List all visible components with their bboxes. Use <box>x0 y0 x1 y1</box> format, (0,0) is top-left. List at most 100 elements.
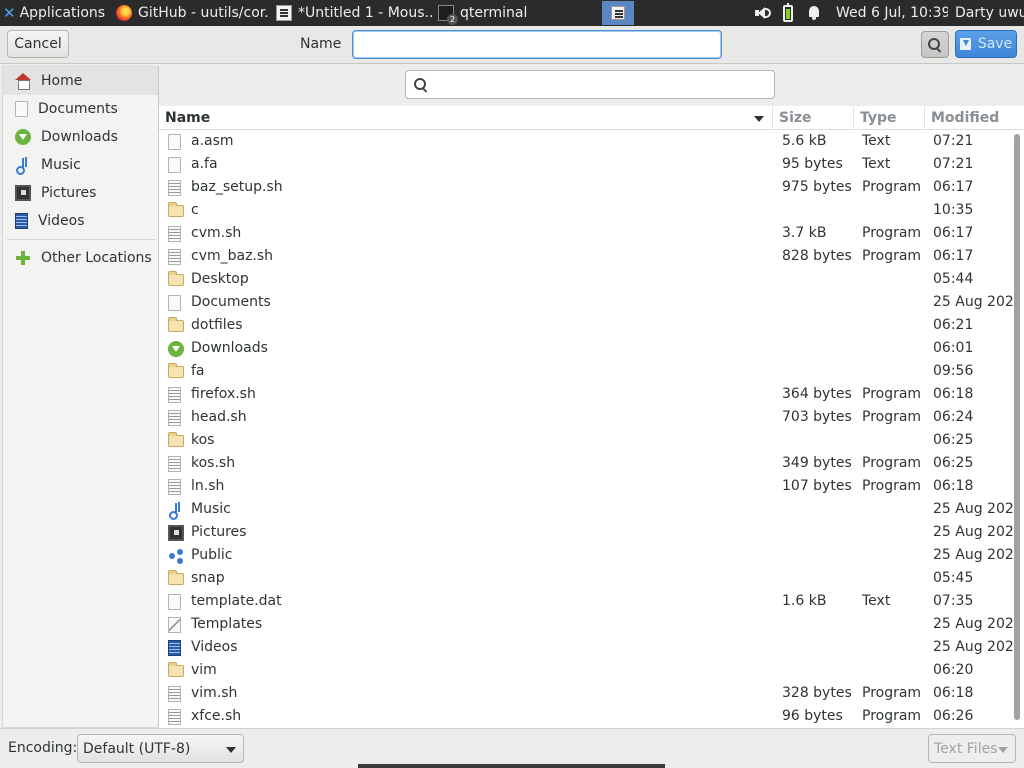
task-active-editor[interactable] <box>602 1 634 25</box>
column-header-name[interactable]: Name <box>159 106 773 130</box>
cancel-button[interactable]: Cancel <box>7 30 69 58</box>
script-file-icon <box>168 410 181 426</box>
task-qterminal[interactable]: 2 qterminal <box>434 0 554 26</box>
document-icon <box>15 101 28 117</box>
sidebar-item-other-locations[interactable]: Other Locations <box>3 244 158 272</box>
file-modified: 07:35 <box>933 593 974 609</box>
sidebar-item-music[interactable]: Music <box>3 151 158 179</box>
table-row[interactable]: cvm.sh 3.7 kB Program 06:17 <box>159 223 1019 246</box>
file-list-scrollbar[interactable] <box>1014 134 1020 720</box>
file-name: Public <box>191 547 233 563</box>
table-row[interactable]: a.fa 95 bytes Text 07:21 <box>159 154 1019 177</box>
applications-menu[interactable]: ✕ Applications ☰ <box>0 0 108 26</box>
table-row[interactable]: Downloads 06:01 <box>159 338 1019 361</box>
file-size: 3.7 kB <box>782 225 827 241</box>
sidebar-item-label: Other Locations <box>41 250 152 266</box>
table-row[interactable]: Videos 25 Aug 2021 <box>159 637 1019 660</box>
sidebar-item-videos[interactable]: Videos <box>3 207 158 235</box>
table-row[interactable]: dotfiles 06:21 <box>159 315 1019 338</box>
downloads-folder-icon <box>168 341 184 357</box>
table-row[interactable]: snap 05:45 <box>159 568 1019 591</box>
column-header-modified[interactable]: Modified <box>925 106 1024 130</box>
clock[interactable]: Wed 6 Jul, 10:39 <box>836 0 948 26</box>
table-row[interactable]: vim 06:20 <box>159 660 1019 683</box>
location-search-input[interactable] <box>434 74 764 95</box>
file-modified: 07:21 <box>933 133 974 149</box>
script-file-icon <box>168 686 181 702</box>
sidebar-item-downloads[interactable]: Downloads <box>3 123 158 151</box>
table-row[interactable]: xfce.sh 96 bytes Program 06:26 <box>159 706 1019 726</box>
column-header-size[interactable]: Size <box>773 106 854 130</box>
column-header-label: Name <box>165 110 211 126</box>
plus-icon <box>15 250 31 266</box>
battery-indicator[interactable] <box>779 0 797 26</box>
file-name: Music <box>191 501 231 517</box>
table-row[interactable]: kos.sh 349 bytes Program 06:25 <box>159 453 1019 476</box>
notifications-button[interactable] <box>805 0 823 26</box>
task-label: GitHub - uutils/cor... <box>138 5 270 21</box>
table-row[interactable]: Templates 25 Aug 2021 <box>159 614 1019 637</box>
column-header-type[interactable]: Type <box>854 106 925 130</box>
pictures-icon <box>15 185 31 201</box>
public-folder-icon <box>168 548 184 564</box>
save-button[interactable]: Save <box>955 30 1017 58</box>
file-name: firefox.sh <box>191 386 256 402</box>
table-row[interactable]: a.asm 5.6 kB Text 07:21 <box>159 131 1019 154</box>
table-row[interactable]: kos 06:25 <box>159 430 1019 453</box>
file-size: 703 bytes <box>782 409 852 425</box>
search-toggle-button[interactable] <box>921 31 949 58</box>
file-name: baz_setup.sh <box>191 179 283 195</box>
search-icon <box>414 78 428 92</box>
file-name: fa <box>191 363 205 379</box>
text-file-icon <box>168 134 181 150</box>
save-button-label: Save <box>977 36 1013 52</box>
sidebar-item-pictures[interactable]: Pictures <box>3 179 158 207</box>
file-name: vim.sh <box>191 685 238 701</box>
text-editor-icon <box>611 6 625 20</box>
music-folder-icon <box>168 502 184 520</box>
folder-icon <box>168 317 184 332</box>
file-name: Desktop <box>191 271 249 287</box>
table-row[interactable]: Pictures 25 Aug 2021 <box>159 522 1019 545</box>
documents-folder-icon <box>168 295 181 311</box>
table-row[interactable]: Desktop 05:44 <box>159 269 1019 292</box>
file-size: 107 bytes <box>782 478 852 494</box>
file-modified: 06:17 <box>933 179 974 195</box>
table-row[interactable]: ln.sh 107 bytes Program 06:18 <box>159 476 1019 499</box>
dialog-footer: Encoding: Default (UTF-8) Text Files <box>0 728 1024 768</box>
file-type-filter-select[interactable]: Text Files <box>928 734 1016 763</box>
table-row[interactable]: head.sh 703 bytes Program 06:24 <box>159 407 1019 430</box>
table-row[interactable]: Music 25 Aug 2021 <box>159 499 1019 522</box>
file-name-input[interactable] <box>352 30 722 59</box>
table-row[interactable]: vim.sh 328 bytes Program 06:18 <box>159 683 1019 706</box>
pictures-folder-icon <box>168 525 184 541</box>
table-row[interactable]: template.dat 1.6 kB Text 07:35 <box>159 591 1019 614</box>
location-search-field[interactable] <box>405 70 775 99</box>
task-firefox[interactable]: GitHub - uutils/cor... <box>112 0 270 26</box>
task-text-editor[interactable]: *Untitled 1 - Mous... <box>272 0 432 26</box>
terminal-icon: 2 <box>438 5 458 25</box>
column-header: Name Size Type Modified <box>159 106 1024 130</box>
table-row[interactable]: baz_setup.sh 975 bytes Program 06:17 <box>159 177 1019 200</box>
volume-button[interactable] <box>752 0 772 26</box>
table-row[interactable]: Documents 25 Aug 2021 <box>159 292 1019 315</box>
file-modified: 05:45 <box>933 570 974 586</box>
encoding-select[interactable]: Default (UTF-8) <box>77 734 244 763</box>
file-modified: 09:56 <box>933 363 974 379</box>
file-type: Program <box>862 455 922 471</box>
script-file-icon <box>168 709 181 725</box>
sidebar-item-home[interactable]: Home <box>3 67 158 95</box>
table-row[interactable]: c 10:35 <box>159 200 1019 223</box>
user-menu[interactable]: Darty uwu <box>955 0 1024 26</box>
sidebar-item-documents[interactable]: Documents <box>3 95 158 123</box>
text-file-icon <box>168 594 181 610</box>
file-type: Program <box>862 179 922 195</box>
table-row[interactable]: Public 25 Aug 2021 <box>159 545 1019 568</box>
firefox-icon <box>116 5 132 21</box>
file-modified: 10:35 <box>933 202 974 218</box>
file-modified: 25 Aug 2021 <box>933 524 1019 540</box>
table-row[interactable]: fa 09:56 <box>159 361 1019 384</box>
file-type: Program <box>862 248 922 264</box>
table-row[interactable]: firefox.sh 364 bytes Program 06:18 <box>159 384 1019 407</box>
table-row[interactable]: cvm_baz.sh 828 bytes Program 06:17 <box>159 246 1019 269</box>
